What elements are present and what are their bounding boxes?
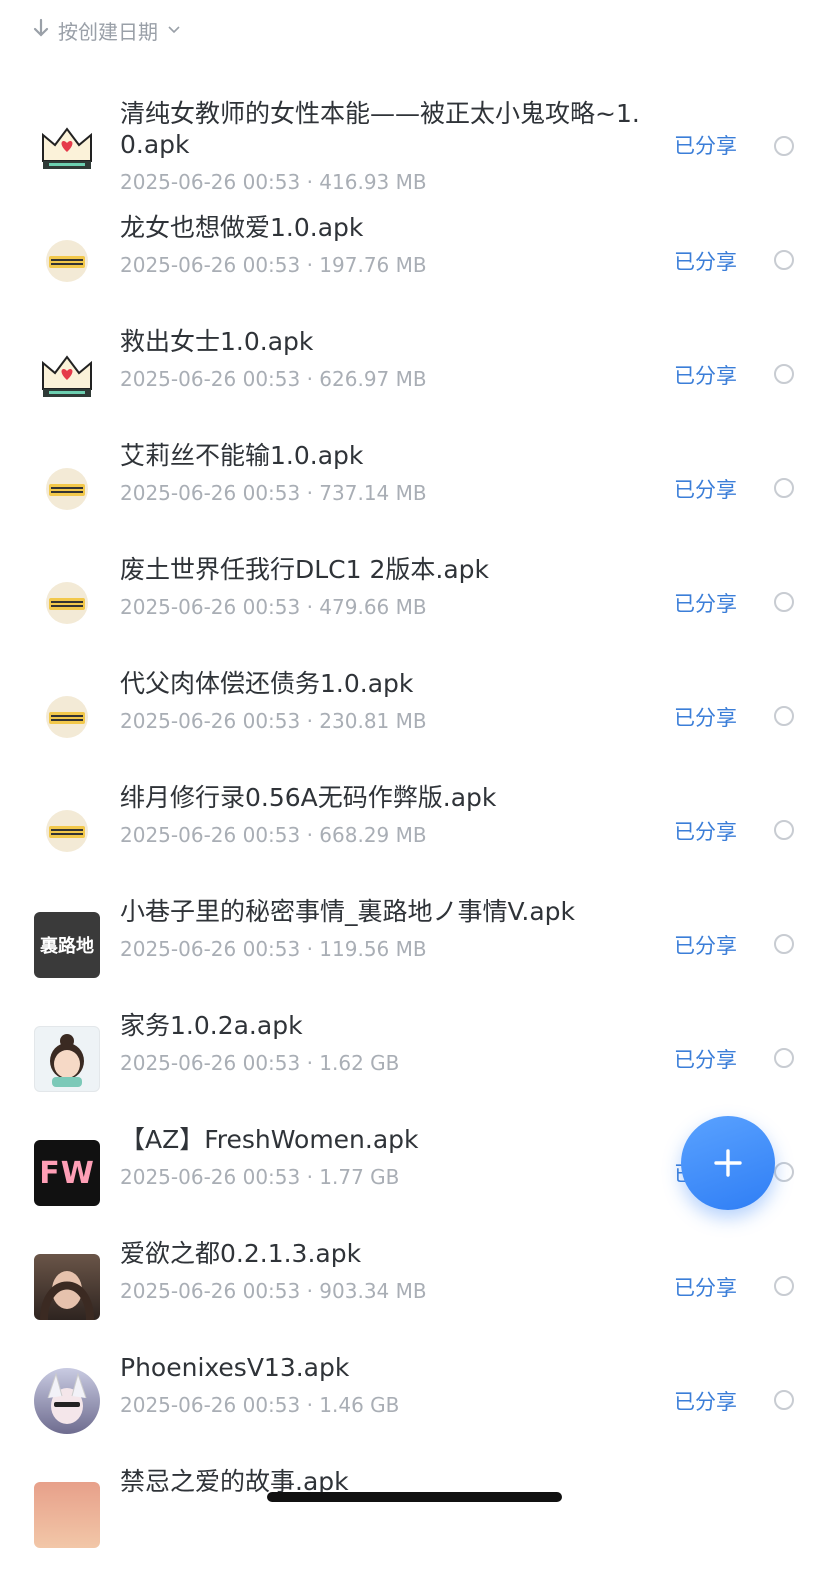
shared-status[interactable]: 已分享 (674, 588, 737, 618)
shared-status[interactable]: 已分享 (674, 816, 737, 846)
file-meta: 2025-06-26 00:53 · 230.81 MB (120, 709, 427, 733)
site-logo-icon (34, 798, 100, 864)
anime-avatar-icon (34, 1368, 100, 1434)
file-name: 爱欲之都0.2.1.3.apk (120, 1239, 362, 1268)
list-item[interactable]: 艾莉丝不能输1.0.apk 2025-06-26 00:53 · 737.14 … (0, 430, 828, 544)
list-item[interactable]: 爱欲之都0.2.1.3.apk 2025-06-26 00:53 · 903.3… (0, 1228, 828, 1342)
file-meta: 2025-06-26 00:53 · 479.66 MB (120, 595, 427, 619)
list-item[interactable]: 绯月修行录0.56A无码作弊版.apk 2025-06-26 00:53 · 6… (0, 772, 828, 886)
shared-status[interactable]: 已分享 (674, 360, 737, 390)
list-item[interactable]: 代父肉体偿还债务1.0.apk 2025-06-26 00:53 · 230.8… (0, 658, 828, 772)
shared-status[interactable]: 已分享 (674, 1386, 737, 1416)
select-radio[interactable] (774, 364, 794, 384)
file-name: 家务1.0.2a.apk (120, 1011, 303, 1040)
site-logo-icon (34, 570, 100, 636)
shared-status[interactable]: 已分享 (674, 474, 737, 504)
list-item[interactable]: 禁忌之爱的故事.apk (0, 1456, 828, 1570)
file-name: 龙女也想做爱1.0.apk (120, 213, 364, 242)
file-meta: 2025-06-26 00:53 · 903.34 MB (120, 1279, 427, 1303)
select-radio[interactable] (774, 1048, 794, 1068)
select-radio[interactable] (774, 250, 794, 270)
plus-icon (713, 1138, 743, 1189)
file-meta: 2025-06-26 00:53 · 1.77 GB (120, 1165, 400, 1189)
sort-label: 按创建日期 (58, 19, 158, 44)
select-radio[interactable] (774, 1276, 794, 1296)
shared-status[interactable]: 已分享 (674, 1272, 737, 1302)
file-meta: 2025-06-26 00:53 · 668.29 MB (120, 823, 427, 847)
shared-status[interactable]: 已分享 (674, 930, 737, 960)
file-name: 救出女士1.0.apk (120, 327, 314, 356)
file-name: 艾莉丝不能输1.0.apk (120, 441, 364, 470)
list-item[interactable]: 清纯女教师的女性本能——被正太小鬼攻略~1.0.apk 2025-06-26 0… (0, 88, 828, 202)
sort-control[interactable]: 按创建日期 (32, 14, 180, 46)
shared-status[interactable]: 已分享 (674, 130, 737, 160)
list-item[interactable]: 龙女也想做爱1.0.apk 2025-06-26 00:53 · 197.76 … (0, 202, 828, 316)
add-button[interactable] (681, 1116, 775, 1210)
select-radio[interactable] (774, 706, 794, 726)
file-meta: 2025-06-26 00:53 · 119.56 MB (120, 937, 427, 961)
file-name: 绯月修行录0.56A无码作弊版.apk (120, 783, 497, 812)
file-name: 清纯女教师的女性本能——被正太小鬼攻略~1.0.apk (120, 99, 640, 159)
list-item[interactable]: PhoenixesV13.apk 2025-06-26 00:53 · 1.46… (0, 1342, 828, 1456)
fw-logo-icon: FW (34, 1140, 100, 1206)
list-item[interactable]: 废土世界任我行DLC1 2版本.apk 2025-06-26 00:53 · 4… (0, 544, 828, 658)
crown-icon (34, 114, 100, 180)
select-radio[interactable] (774, 820, 794, 840)
file-name: 废土世界任我行DLC1 2版本.apk (120, 555, 490, 584)
list-item[interactable]: 救出女士1.0.apk 2025-06-26 00:53 · 626.97 MB… (0, 316, 828, 430)
select-radio[interactable] (774, 1162, 794, 1182)
shared-status[interactable]: 已分享 (674, 1044, 737, 1074)
girl-avatar-icon (34, 1026, 100, 1092)
chevron-down-icon (168, 22, 180, 38)
file-meta: 2025-06-26 00:53 · 197.76 MB (120, 253, 427, 277)
arrow-down-icon (32, 18, 50, 43)
portrait-icon (34, 1254, 100, 1320)
list-item[interactable]: 裏路地 小巷子里的秘密事情_裏路地ノ事情V.apk 2025-06-26 00:… (0, 886, 828, 1000)
shared-status[interactable]: 已分享 (674, 702, 737, 732)
file-name: PhoenixesV13.apk (120, 1353, 350, 1382)
file-list: 清纯女教师的女性本能——被正太小鬼攻略~1.0.apk 2025-06-26 0… (0, 88, 828, 1570)
file-name: 代父肉体偿还债务1.0.apk (120, 669, 414, 698)
shared-status[interactable]: 已分享 (674, 246, 737, 276)
site-logo-icon (34, 456, 100, 522)
list-item[interactable]: 家务1.0.2a.apk 2025-06-26 00:53 · 1.62 GB … (0, 1000, 828, 1114)
file-meta: 2025-06-26 00:53 · 1.46 GB (120, 1393, 400, 1417)
site-logo-icon (34, 684, 100, 750)
alley-logo-text: 裏路地 (40, 936, 94, 957)
select-radio[interactable] (774, 136, 794, 156)
hat-character-icon (34, 1482, 100, 1548)
file-meta: 2025-06-26 00:53 · 737.14 MB (120, 481, 427, 505)
select-radio[interactable] (774, 478, 794, 498)
file-name: 【AZ】FreshWomen.apk (120, 1125, 419, 1154)
file-meta: 2025-06-26 00:53 · 1.62 GB (120, 1051, 400, 1075)
file-name: 小巷子里的秘密事情_裏路地ノ事情V.apk (120, 897, 575, 926)
crown-icon (34, 342, 100, 408)
alley-game-icon: 裏路地 (34, 912, 100, 978)
site-logo-icon (34, 228, 100, 294)
file-meta: 2025-06-26 00:53 · 626.97 MB (120, 367, 427, 391)
fw-logo-text: FW (39, 1155, 95, 1191)
select-radio[interactable] (774, 592, 794, 612)
select-radio[interactable] (774, 934, 794, 954)
file-meta: 2025-06-26 00:53 · 416.93 MB (120, 170, 427, 194)
select-radio[interactable] (774, 1390, 794, 1410)
home-indicator[interactable] (267, 1492, 562, 1502)
